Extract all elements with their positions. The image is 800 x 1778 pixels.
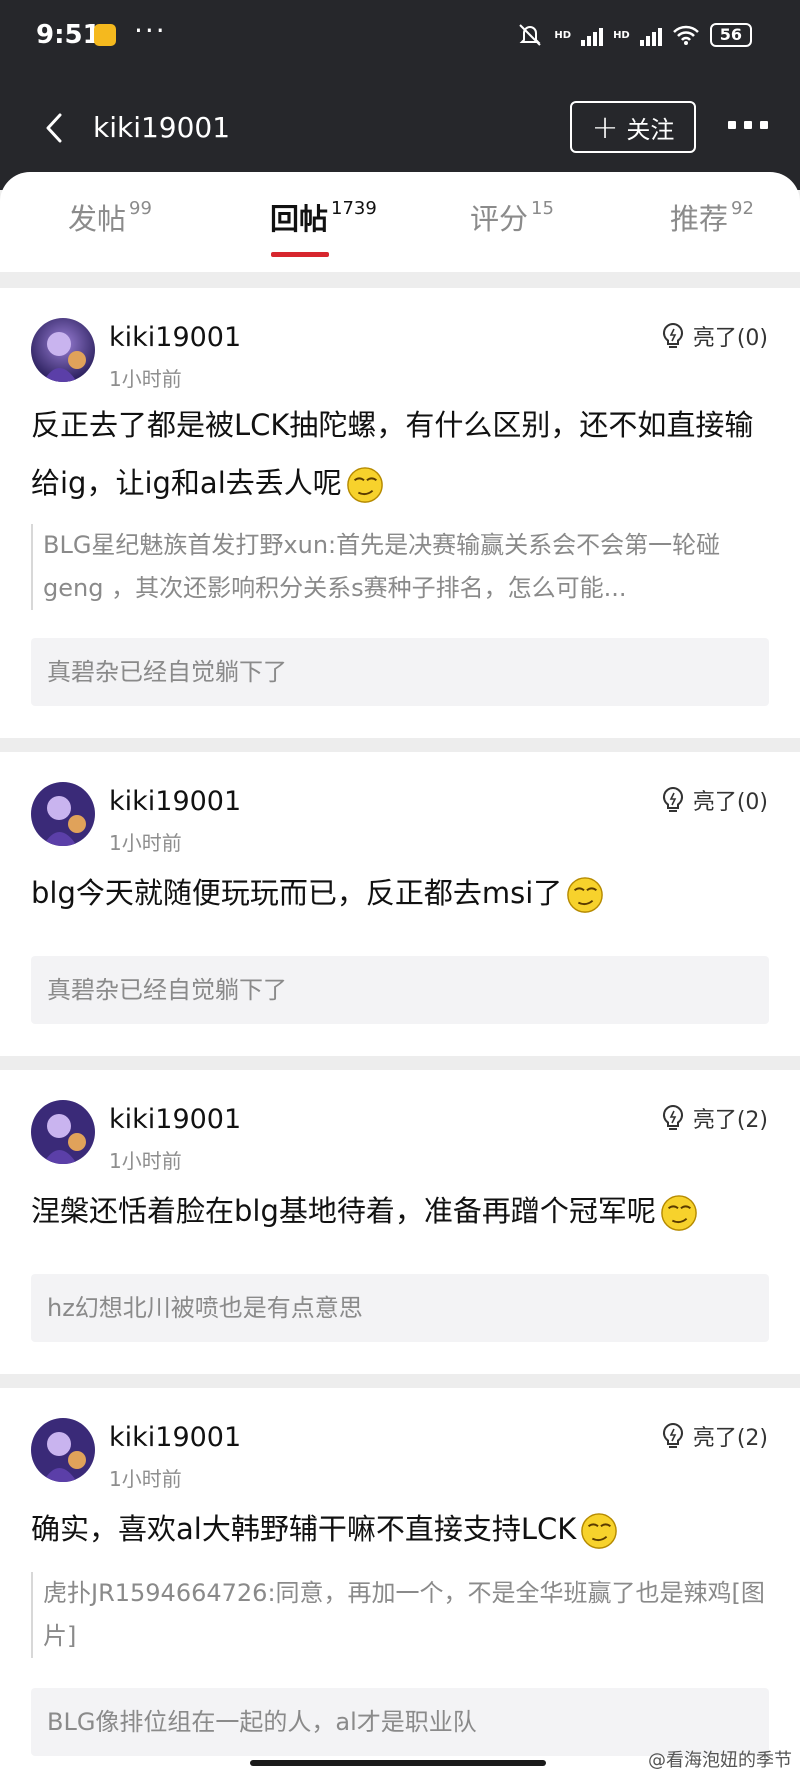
reply-card[interactable]: kiki19001 1小时前 亮了(0) 反正去了都是被LCK抽陀螺，有什么区别… <box>0 288 800 738</box>
wifi-icon <box>672 25 699 45</box>
sub-reply[interactable]: 真碧杂已经自觉躺下了 <box>31 638 769 706</box>
like-button[interactable]: 亮了(0) <box>661 784 768 816</box>
sub-reply[interactable]: 真碧杂已经自觉躺下了 <box>31 956 769 1024</box>
status-bar: 9:51 ··· HD HD 56 <box>0 0 800 75</box>
profile-tabs: 发帖 99 回帖 1739 评分 15 推荐 92 <box>0 172 800 272</box>
username[interactable]: kiki19001 <box>109 1422 241 1453</box>
username[interactable]: kiki19001 <box>109 1104 241 1135</box>
back-arrow-icon[interactable] <box>40 111 70 145</box>
like-button[interactable]: 亮了(0) <box>661 320 768 352</box>
signal-icon-1 <box>581 24 604 46</box>
quoted-post[interactable]: 虎扑JR1594664726:同意，再加一个，不是全华班赢了也是辣鸡[图片] <box>31 1572 773 1658</box>
more-options-icon[interactable] <box>728 121 768 129</box>
post-content: 确实，喜欢al大韩野辅干嘛不直接支持LCK <box>31 1500 771 1558</box>
smirk-emoji-icon <box>567 877 604 913</box>
post-time: 1小时前 <box>109 367 182 391</box>
plus-icon: + <box>591 108 619 146</box>
hd-label-1: HD <box>554 29 572 41</box>
home-indicator[interactable] <box>250 1760 546 1766</box>
lightbulb-icon <box>662 786 683 812</box>
smirk-emoji-icon <box>346 467 383 503</box>
post-time: 1小时前 <box>109 1467 182 1491</box>
lightbulb-icon <box>662 1104 683 1130</box>
avatar[interactable] <box>31 1418 95 1482</box>
like-button[interactable]: 亮了(2) <box>661 1102 768 1134</box>
quoted-post[interactable]: BLG星纪魅族首发打野xun:首先是决赛输赢关系会不会第一轮碰geng ，其次还… <box>31 524 773 610</box>
tab-replies[interactable]: 回帖 1739 <box>270 196 377 238</box>
follow-label: 关注 <box>626 115 675 144</box>
post-content: 反正去了都是被LCK抽陀螺，有什么区别，还不如直接输给ig，让ig和al去丢人呢 <box>31 396 771 512</box>
hd-label-2: HD <box>613 29 630 41</box>
top-nav: kiki19001 + 关注 <box>0 95 800 165</box>
reply-card[interactable]: kiki19001 1小时前 亮了(2) 涅槃还恬着脸在blg基地待着，准备再蹭… <box>0 1070 800 1374</box>
status-time: 9:51 <box>36 20 101 50</box>
active-tab-indicator <box>271 252 329 257</box>
page-title: kiki19001 <box>93 111 231 144</box>
avatar[interactable] <box>31 782 95 846</box>
smirk-emoji-icon <box>581 1513 618 1549</box>
app-header: 9:51 ··· HD HD 56 kiki19001 + 关注 <box>0 0 800 172</box>
username[interactable]: kiki19001 <box>109 786 241 817</box>
username[interactable]: kiki19001 <box>109 322 241 353</box>
battery-indicator: 56 <box>709 23 752 47</box>
status-more-dots: ··· <box>134 14 167 47</box>
status-icons: HD HD 56 <box>516 22 752 48</box>
signal-icon-2 <box>639 24 662 46</box>
tab-posts[interactable]: 发帖 99 <box>68 196 152 238</box>
avatar[interactable] <box>31 1100 95 1164</box>
post-content: blg今天就随便玩玩而已，反正都去msi了 <box>31 864 771 922</box>
reply-card[interactable]: kiki19001 1小时前 亮了(2) 确实，喜欢al大韩野辅干嘛不直接支持L… <box>0 1388 800 1778</box>
notification-app-icon <box>94 24 116 46</box>
smirk-emoji-icon <box>661 1195 697 1231</box>
lightbulb-icon <box>662 1422 683 1448</box>
reply-card[interactable]: kiki19001 1小时前 亮了(0) blg今天就随便玩玩而已，反正都去ms… <box>0 752 800 1056</box>
post-time: 1小时前 <box>109 831 182 855</box>
follow-button[interactable]: + 关注 <box>570 101 696 153</box>
post-time: 1小时前 <box>109 1149 182 1173</box>
tab-recommend[interactable]: 推荐 92 <box>670 196 754 238</box>
lightbulb-icon <box>662 322 683 348</box>
tab-ratings[interactable]: 评分 15 <box>470 196 554 238</box>
avatar[interactable] <box>31 318 95 382</box>
watermark: @看海泡妞的季节 <box>648 1750 792 1771</box>
mute-bell-icon <box>519 24 542 46</box>
like-button[interactable]: 亮了(2) <box>661 1420 768 1452</box>
sub-reply[interactable]: hz幻想北川被喷也是有点意思 <box>31 1274 769 1342</box>
post-content: 涅槃还恬着脸在blg基地待着，准备再蹭个冠军呢 <box>31 1182 771 1240</box>
